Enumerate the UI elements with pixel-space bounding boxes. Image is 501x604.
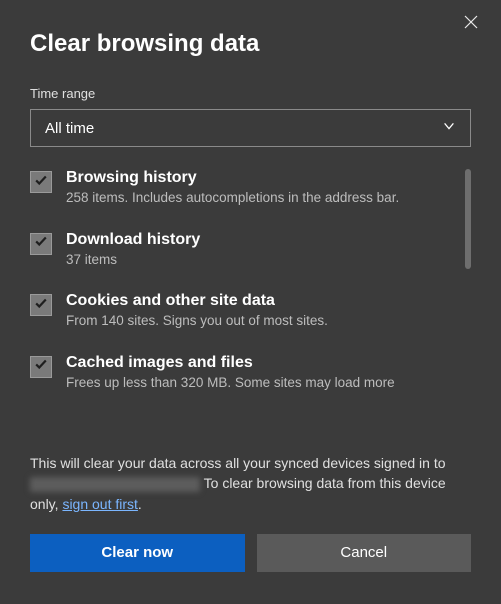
- checkmark-icon: [34, 296, 48, 315]
- item-subtitle: Frees up less than 320 MB. Some sites ma…: [66, 374, 453, 392]
- item-browsing-history: Browsing history 258 items. Includes aut…: [30, 169, 453, 207]
- close-button[interactable]: [463, 14, 483, 34]
- cancel-button[interactable]: Cancel: [257, 534, 472, 572]
- checkmark-icon: [34, 357, 48, 376]
- time-range-select[interactable]: All time: [30, 109, 471, 147]
- checkmark-icon: [34, 234, 48, 253]
- item-cached: Cached images and files Frees up less th…: [30, 354, 453, 392]
- checkbox-download-history[interactable]: [30, 233, 52, 255]
- item-title: Browsing history: [66, 169, 453, 187]
- sign-out-link[interactable]: sign out first: [62, 496, 137, 512]
- checkmark-icon: [34, 173, 48, 192]
- item-title: Cookies and other site data: [66, 292, 453, 310]
- time-range-label: Time range: [30, 86, 471, 101]
- scrollbar[interactable]: [465, 169, 471, 269]
- button-row: Clear now Cancel: [30, 534, 471, 572]
- item-title: Download history: [66, 231, 453, 249]
- checkbox-cached[interactable]: [30, 356, 52, 378]
- item-download-history: Download history 37 items: [30, 231, 453, 269]
- checkbox-browsing-history[interactable]: [30, 171, 52, 193]
- dialog-title: Clear browsing data: [30, 30, 471, 58]
- time-range-value: All time: [45, 120, 94, 137]
- footer-text: This will clear your data across all you…: [30, 453, 471, 514]
- redacted-account: [30, 477, 200, 492]
- item-subtitle: 258 items. Includes autocompletions in t…: [66, 189, 453, 207]
- clear-now-button[interactable]: Clear now: [30, 534, 245, 572]
- data-type-list: Browsing history 258 items. Includes aut…: [30, 169, 471, 429]
- item-subtitle: From 140 sites. Signs you out of most si…: [66, 312, 453, 330]
- item-subtitle: 37 items: [66, 251, 453, 269]
- checkbox-cookies[interactable]: [30, 294, 52, 316]
- item-cookies: Cookies and other site data From 140 sit…: [30, 292, 453, 330]
- clear-browsing-data-dialog: Clear browsing data Time range All time …: [0, 0, 501, 604]
- close-icon: [463, 17, 479, 34]
- chevron-down-icon: [442, 119, 456, 137]
- item-title: Cached images and files: [66, 354, 453, 372]
